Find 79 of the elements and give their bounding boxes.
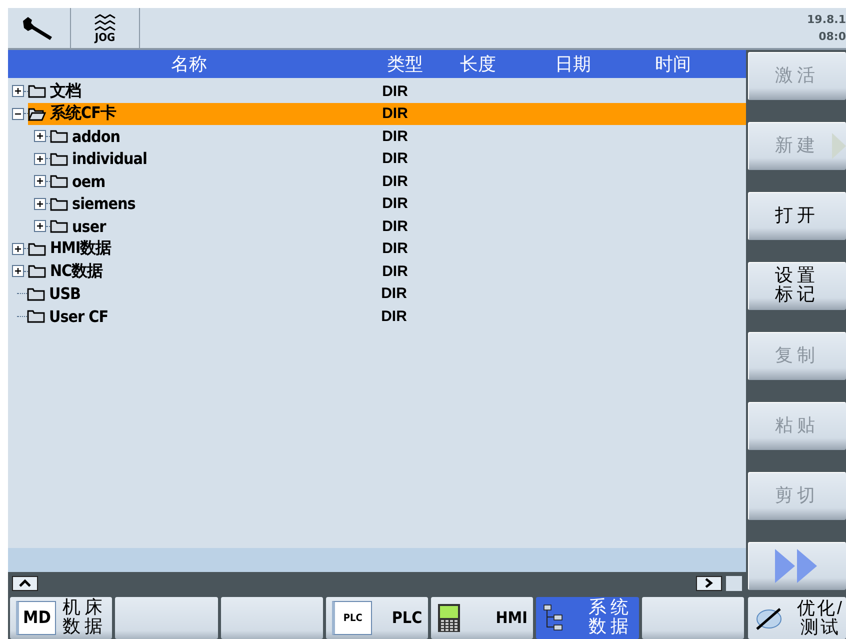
type-cell-text: DIR [381, 82, 409, 100]
softkey[interactable]: 打开 [748, 192, 846, 240]
folder-icon [50, 219, 68, 234]
tree-row[interactable]: User CF DIR [27, 305, 746, 328]
folder-icon [28, 264, 46, 278]
column-title: 名称 [170, 53, 208, 76]
expander-icon[interactable] [12, 85, 24, 98]
softkey[interactable]: 设置 标记 [748, 262, 846, 310]
bottom-softkey[interactable]: HMI [431, 597, 534, 639]
expander-icon[interactable] [12, 108, 24, 120]
tree-row[interactable]: HMI数据 DIR [28, 238, 746, 260]
type-cell-text: DIR [381, 172, 409, 190]
column-title: 时间 [654, 53, 692, 76]
tree-row[interactable]: siemens DIR [50, 192, 746, 215]
tree-row[interactable]: user DIR [50, 215, 746, 238]
tree-row[interactable]: individual DIR [50, 148, 746, 170]
scroll-corner [726, 576, 742, 590]
expander-icon[interactable] [12, 265, 24, 278]
type-cell-text: DIR [381, 150, 409, 168]
folder-name: individual [72, 149, 147, 168]
expander-icon[interactable] [34, 152, 46, 165]
folder-name: 文档 [50, 80, 81, 102]
bottom-softkey[interactable]: 系统 数据 [536, 597, 639, 639]
folder-icon [50, 152, 68, 166]
scroll-up-button[interactable] [12, 576, 38, 590]
more-button[interactable] [748, 542, 846, 590]
folder-icon [50, 129, 68, 144]
folder-name: addon [72, 126, 120, 146]
folder-name: HMI数据 [50, 238, 112, 260]
folder-icon [27, 309, 45, 324]
folder-name: 系统CF卡 [50, 103, 116, 124]
mode-label: JOG [94, 32, 116, 42]
tree-row[interactable]: USB DIR [27, 282, 746, 305]
folder-icon [28, 106, 46, 121]
tree-row[interactable]: NC数据 DIR [28, 260, 746, 282]
type-cell-text: DIR [381, 128, 409, 145]
panel-icon [437, 603, 462, 633]
type-cell-text: DIR [380, 285, 408, 302]
expander-icon[interactable] [34, 175, 46, 188]
expander-icon[interactable] [34, 220, 46, 232]
md-icon: MD [16, 601, 56, 635]
tree-row[interactable]: oem DIR [50, 170, 746, 192]
caret-up-icon [19, 579, 31, 587]
folder-name: user [72, 216, 106, 236]
folder-name: NC数据 [50, 260, 103, 282]
bottom-softkey[interactable]: PLC PLC [326, 597, 428, 639]
plc-icon: PLC [332, 601, 372, 635]
folder-name: siemens [72, 194, 136, 214]
expander-icon[interactable] [34, 198, 46, 210]
type-cell-text: DIR [381, 218, 409, 235]
type-cell-text: DIR [381, 240, 409, 258]
softkey[interactable]: 优化/ 测试 [748, 597, 846, 639]
folder-name: USB [49, 284, 81, 304]
folder-name: User CF [49, 306, 108, 326]
type-cell-text: DIR [381, 262, 409, 280]
folder-icon [28, 242, 46, 256]
folder-icon [27, 286, 45, 301]
expander-icon[interactable] [34, 130, 46, 142]
tree-row[interactable]: 系统CF卡 DIR [28, 102, 746, 125]
expander-icon[interactable] [12, 242, 24, 255]
double-arrow-icon [775, 549, 819, 583]
column-title: 长度 [459, 53, 497, 76]
type-cell-text: DIR [381, 105, 409, 122]
folder-icon [28, 84, 46, 98]
tree-row[interactable]: 文档 DIR [28, 80, 746, 102]
type-cell-text: DIR [381, 195, 409, 212]
date-text: 19.8.1 [807, 13, 846, 26]
tree-row[interactable]: addon DIR [50, 125, 746, 148]
type-cell-text: DIR [380, 308, 408, 325]
column-title: 日期 [554, 53, 592, 76]
time-text: 08:0 [818, 30, 846, 43]
jog-icon [93, 14, 117, 32]
folder-icon [50, 196, 68, 211]
folder-icon [50, 174, 68, 188]
scroll-right-button[interactable] [696, 576, 722, 590]
folder-name: oem [72, 172, 106, 191]
arrow-icon [832, 133, 846, 159]
column-title: 类型 [386, 53, 424, 76]
caret-right-icon [704, 578, 714, 588]
